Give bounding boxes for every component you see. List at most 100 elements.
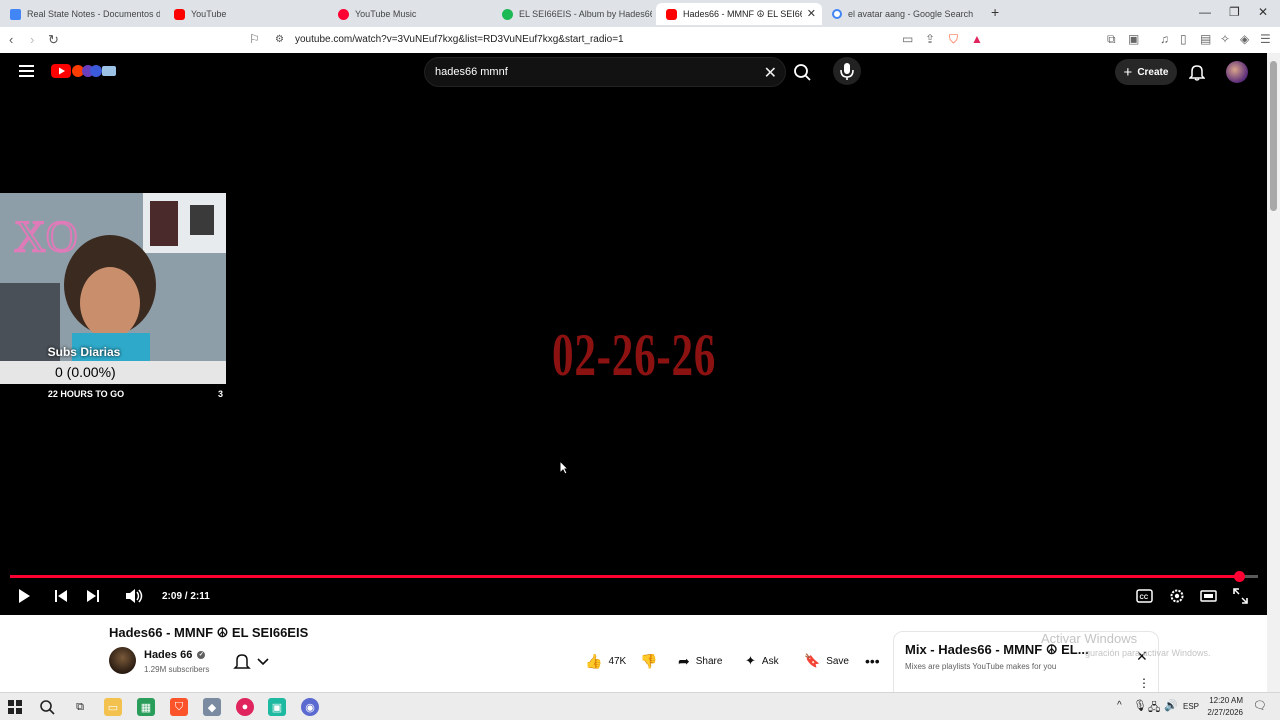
- search-icon[interactable]: [39, 699, 55, 715]
- close-window-icon[interactable]: ✕: [1258, 5, 1268, 19]
- youtube-music-icon: [338, 8, 349, 20]
- verified-badge-icon: ✓: [197, 651, 206, 660]
- video-frame-date: 02-26-26: [552, 322, 717, 388]
- new-tab-icon[interactable]: +: [991, 4, 999, 20]
- subs-label: Subs Diarias: [47, 345, 121, 359]
- dislike-button[interactable]: 👎: [632, 648, 662, 674]
- cast-icon[interactable]: ▭: [902, 32, 913, 46]
- search-box[interactable]: hades66 mmnf ✕: [424, 57, 786, 87]
- thumbs-down-icon: 👎: [640, 652, 658, 669]
- forward-icon[interactable]: ›: [30, 32, 34, 47]
- app-icon[interactable]: ◉: [301, 698, 319, 716]
- play-icon[interactable]: [16, 587, 32, 605]
- webcam-feed: XO: [0, 193, 226, 361]
- search-input[interactable]: hades66 mmnf: [435, 66, 508, 78]
- windows-taskbar: ⧉ ▭ ▦ ⛉ ◆ ● ▣ ◉ ^ 🎙 🖧 🔊 ESP 12:20 AM 2/2…: [0, 692, 1280, 720]
- clock-time[interactable]: 12:20 AM: [1207, 696, 1243, 705]
- page-scrollbar[interactable]: [1267, 53, 1280, 692]
- windows-activation-subtext: guración para activar Windows.: [1085, 648, 1211, 658]
- leo-ai-icon[interactable]: ✧: [1220, 32, 1230, 46]
- store-icon[interactable]: ▦: [137, 698, 155, 716]
- media-icon[interactable]: ♫: [1160, 32, 1169, 46]
- menu-icon[interactable]: ☰: [1260, 32, 1271, 46]
- back-icon[interactable]: ‹: [9, 32, 13, 47]
- closed-captions-icon[interactable]: CC: [1136, 587, 1153, 605]
- like-button[interactable]: 👍 47K: [577, 648, 629, 674]
- tab-title: YouTube Music: [355, 9, 417, 19]
- microphone-icon[interactable]: 🎙: [1133, 699, 1147, 712]
- input-language[interactable]: ESP: [1183, 702, 1199, 711]
- close-tab-icon[interactable]: ✕: [807, 7, 816, 20]
- next-icon[interactable]: [85, 587, 101, 605]
- app-icon[interactable]: ●: [236, 698, 254, 716]
- browser-tab-youtube[interactable]: YouTube: [164, 3, 324, 25]
- ask-label: Ask: [761, 655, 779, 667]
- wallet-icon[interactable]: ▣: [1128, 32, 1139, 46]
- notifications-bell-icon[interactable]: [1189, 63, 1205, 81]
- file-explorer-icon[interactable]: ▭: [104, 698, 122, 716]
- notifications-icon[interactable]: 🗨: [1253, 699, 1267, 712]
- site-info-icon[interactable]: ⚙: [275, 34, 284, 45]
- account-avatar[interactable]: [1226, 61, 1248, 83]
- scrollbar-thumb[interactable]: [1270, 61, 1277, 211]
- browser-tab-active-video[interactable]: Hades66 - MMNF ☮ EL SEI66EIS ✕: [656, 3, 822, 25]
- app-icon[interactable]: ▣: [268, 698, 286, 716]
- url-field[interactable]: youtube.com/watch?v=3VuNEuf7kxg&list=RD3…: [295, 34, 624, 45]
- progress-bar[interactable]: [10, 571, 1258, 582]
- channel-name[interactable]: Hades 66 ✓: [144, 649, 206, 661]
- tray-chevron-icon[interactable]: ^: [1117, 700, 1122, 711]
- youtube-header: hades66 mmnf ✕ + Create: [0, 53, 1267, 91]
- maximize-icon[interactable]: ❐: [1229, 5, 1240, 19]
- minimize-icon[interactable]: —: [1199, 5, 1211, 19]
- create-button[interactable]: + Create: [1115, 59, 1177, 85]
- extensions-icon[interactable]: ⧉: [1107, 32, 1116, 47]
- speaker-icon[interactable]: 🔊: [1164, 699, 1178, 712]
- ask-button[interactable]: ✦ Ask: [737, 648, 787, 674]
- more-horizontal-icon: •••: [865, 653, 880, 669]
- windows-start-icon[interactable]: [8, 700, 22, 714]
- more-vertical-icon[interactable]: ⋮: [1138, 676, 1150, 690]
- save-button[interactable]: 🔖 Save: [796, 648, 852, 674]
- app-icon[interactable]: ◆: [203, 698, 221, 716]
- browser-tab-youtube-music[interactable]: YouTube Music: [328, 3, 488, 25]
- youtube-logo-icon[interactable]: [50, 63, 118, 79]
- reload-icon[interactable]: ↻: [48, 32, 59, 48]
- subs-value: 0 (0.00%): [0, 361, 226, 384]
- reading-list-icon[interactable]: ▤: [1200, 32, 1211, 46]
- save-label: Save: [826, 655, 849, 667]
- share-icon: ➦: [678, 652, 690, 669]
- spotify-icon: [502, 8, 513, 20]
- more-actions-button[interactable]: •••: [857, 648, 883, 674]
- share-page-icon[interactable]: ⇪: [925, 32, 935, 46]
- theater-mode-icon[interactable]: [1200, 587, 1217, 605]
- clock-date[interactable]: 2/27/2026: [1203, 708, 1243, 717]
- progress-played: [10, 575, 1240, 578]
- progress-scrubber[interactable]: [1234, 571, 1246, 582]
- browser-tab-google-search[interactable]: el avatar aang - Google Search: [822, 3, 982, 25]
- task-view-icon[interactable]: ⧉: [71, 698, 89, 716]
- brave-shields-icon[interactable]: ⛉: [949, 32, 958, 47]
- brave-rewards-icon[interactable]: ▲: [971, 32, 983, 46]
- share-button[interactable]: ➦ Share: [670, 648, 732, 674]
- sidebar-icon[interactable]: ▯: [1180, 32, 1187, 46]
- browser-tab-spotify[interactable]: EL SEI66EIS - Album by Hades66 | Spo: [492, 3, 652, 25]
- previous-icon[interactable]: [53, 587, 69, 605]
- overlay-count: 3: [218, 389, 224, 399]
- tab-title: el avatar aang - Google Search: [848, 9, 974, 19]
- video-player[interactable]: 02-26-26 XO Subs Diarias 0 (0.00%) 22 HO…: [0, 91, 1267, 615]
- fullscreen-icon[interactable]: [1232, 587, 1249, 605]
- voice-search-button[interactable]: [833, 57, 861, 85]
- settings-gear-icon[interactable]: [1168, 587, 1186, 605]
- search-button[interactable]: [786, 57, 818, 87]
- volume-icon[interactable]: [124, 587, 144, 605]
- bookmark-icon[interactable]: ⚐: [249, 32, 260, 46]
- time-display: 2:09 / 2:11: [162, 591, 210, 602]
- channel-avatar[interactable]: [109, 647, 136, 674]
- subscription-bell-button[interactable]: [229, 649, 273, 674]
- browser-tab-docs[interactable]: Real State Notes - Documentos de G: [0, 3, 160, 25]
- network-icon[interactable]: 🖧: [1148, 699, 1160, 718]
- clear-search-icon[interactable]: ✕: [764, 63, 777, 83]
- vpn-icon[interactable]: ◈: [1240, 32, 1249, 46]
- brave-browser-icon[interactable]: ⛉: [170, 698, 188, 716]
- hamburger-menu-icon[interactable]: [19, 64, 34, 78]
